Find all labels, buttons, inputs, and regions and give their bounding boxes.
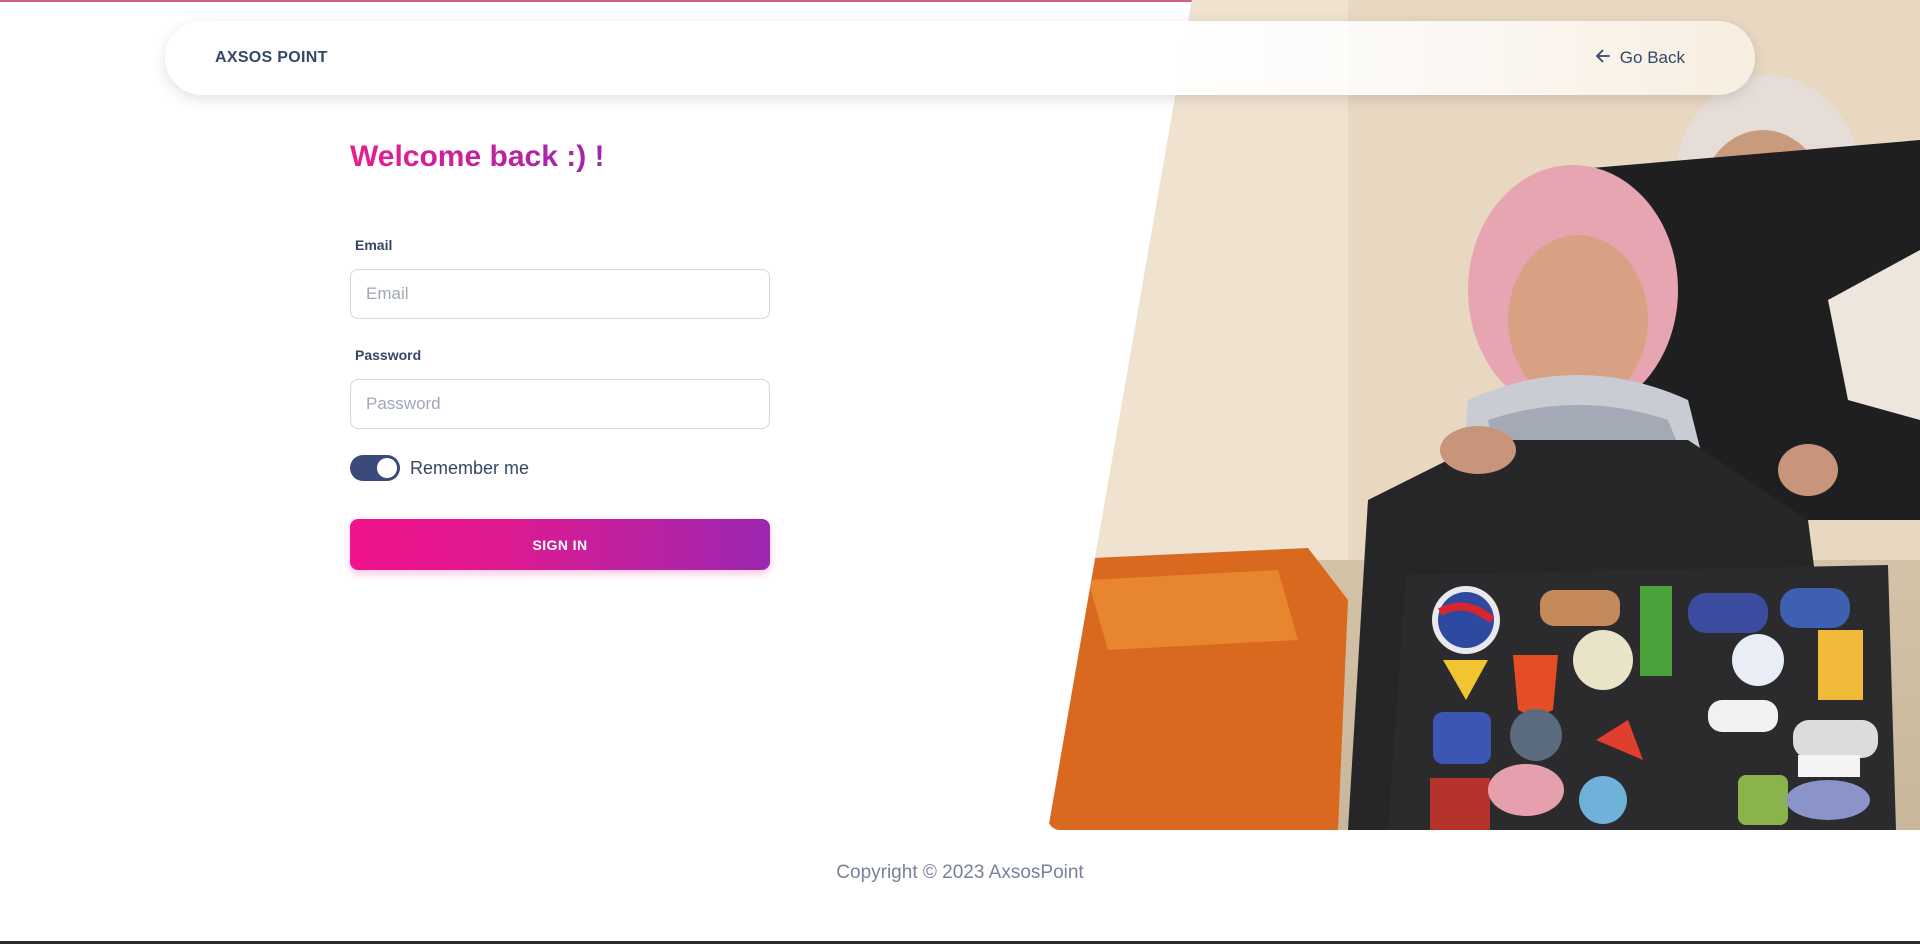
footer-copyright: Copyright © 2023 AxsosPoint xyxy=(836,862,1084,883)
remember-me-row: Remember me xyxy=(350,455,770,481)
go-back-label: Go Back xyxy=(1619,48,1685,67)
go-back-link[interactable]: Go Back xyxy=(1594,47,1685,70)
navbar: AXSOS POINT Go Back xyxy=(165,21,1755,95)
login-form: Welcome back :) ! Email Password Remembe… xyxy=(350,140,770,570)
password-group: Password xyxy=(350,347,770,429)
hero-image xyxy=(1048,0,1920,830)
arrow-left-icon xyxy=(1594,47,1612,70)
brand-logo-text[interactable]: AXSOS POINT xyxy=(215,49,328,67)
password-input[interactable] xyxy=(350,379,770,429)
email-label: Email xyxy=(355,237,393,253)
remember-me-toggle[interactable] xyxy=(350,455,400,481)
toggle-knob xyxy=(377,458,397,478)
sign-in-button[interactable]: SIGN IN xyxy=(350,519,770,570)
password-label: Password xyxy=(355,347,422,363)
remember-me-label[interactable]: Remember me xyxy=(410,458,529,479)
email-input[interactable] xyxy=(350,269,770,319)
email-group: Email xyxy=(350,237,770,319)
welcome-heading: Welcome back :) ! xyxy=(350,140,605,173)
hero-illustration xyxy=(1048,0,1920,830)
login-page: AXSOS POINT Go Back Welcome back :) ! Em… xyxy=(0,0,1920,944)
